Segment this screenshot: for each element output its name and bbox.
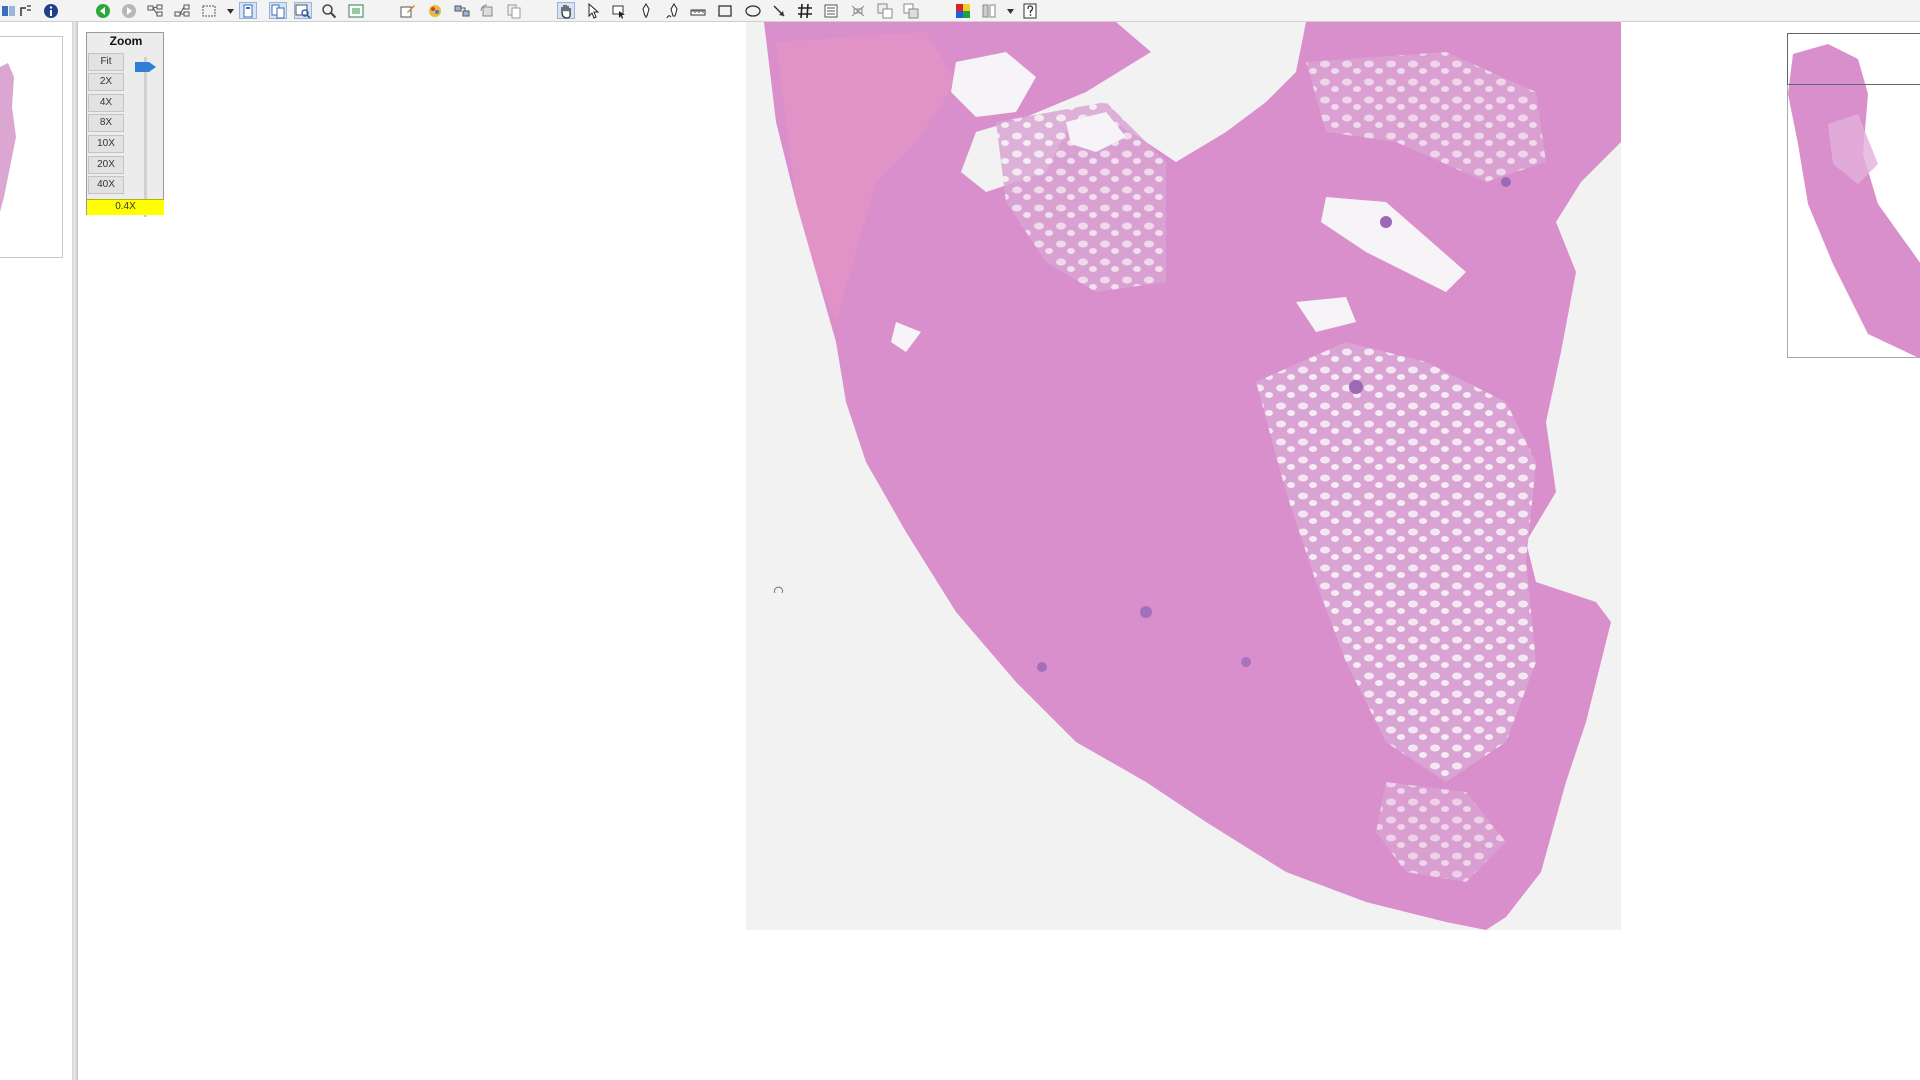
help-icon[interactable] (1021, 2, 1039, 19)
view-dual-icon[interactable] (269, 2, 287, 19)
zoom-slider-handle[interactable] (135, 61, 157, 73)
pan-hand-icon[interactable] (557, 2, 575, 19)
snapshot-icon[interactable] (610, 2, 628, 19)
color-adjust-icon[interactable] (954, 2, 972, 19)
zoom-4x-button[interactable]: 4X (88, 94, 124, 112)
zoom-panel: Zoom Fit 2X 4X 8X 10X 20X 40X 0.4X (86, 32, 164, 217)
rotate-icon[interactable] (478, 2, 496, 19)
tree-layout-icon[interactable] (146, 2, 164, 19)
overview-icon[interactable] (347, 2, 365, 19)
ellipse-tool-icon[interactable] (744, 2, 762, 19)
pen-icon[interactable] (637, 2, 655, 19)
view-single-icon[interactable] (239, 2, 257, 19)
zoom-40x-button[interactable]: 40X (88, 176, 124, 194)
main-toolbar (0, 0, 1920, 22)
pointer-arrow-icon[interactable] (585, 2, 603, 19)
crossed-tool-icon[interactable] (849, 2, 867, 19)
annotation-info-icon[interactable] (17, 2, 35, 19)
filter-icon[interactable] (980, 2, 998, 19)
zoom-slider-track[interactable] (144, 57, 147, 217)
back-arrow-icon[interactable] (94, 2, 112, 19)
split-view-icon[interactable] (0, 2, 18, 19)
zoom-8x-button[interactable]: 8X (88, 114, 124, 132)
image-search-icon[interactable] (294, 2, 312, 19)
arrow-tool-icon[interactable] (770, 2, 788, 19)
rectangle-tool-icon[interactable] (716, 2, 734, 19)
freehand-pen-icon[interactable] (664, 2, 682, 19)
tree-layout-alt-icon[interactable] (173, 2, 191, 19)
busy-cursor-icon (773, 583, 785, 595)
copy-icon[interactable] (505, 2, 523, 19)
current-zoom-readout: 0.4X (87, 199, 164, 215)
duplicate-alt-icon[interactable] (902, 2, 920, 19)
slide-viewer-app: Zoom Fit 2X 4X 8X 10X 20X 40X 0.4X (0, 0, 1920, 1080)
thumbnail-pane (0, 22, 72, 1080)
grid-hash-icon[interactable] (796, 2, 814, 19)
zoom-20x-button[interactable]: 20X (88, 156, 124, 174)
color-wheel-icon[interactable] (426, 2, 444, 19)
zoom-title: Zoom (109, 34, 143, 48)
overview-viewport-frame[interactable] (1787, 33, 1920, 85)
region-select-dropdown-icon[interactable] (226, 6, 234, 16)
region-select-icon[interactable] (200, 2, 218, 19)
zoom-10x-button[interactable]: 10X (88, 135, 124, 153)
forward-arrow-icon[interactable] (120, 2, 138, 19)
zoom-2x-button[interactable]: 2X (88, 73, 124, 91)
slide-viewport[interactable] (78, 22, 1920, 1080)
slide-thumbnail[interactable] (0, 36, 63, 258)
list-icon[interactable] (822, 2, 840, 19)
duplicate-icon[interactable] (876, 2, 894, 19)
zoom-fit-button[interactable]: Fit (88, 53, 124, 71)
tissue-image (746, 22, 1621, 930)
sync-icon[interactable] (453, 2, 471, 19)
filter-dropdown-icon[interactable] (1006, 6, 1014, 16)
edit-note-icon[interactable] (399, 2, 417, 19)
magnifier-icon[interactable] (320, 2, 338, 19)
ruler-icon[interactable] (689, 2, 707, 19)
info-icon[interactable] (42, 2, 60, 19)
